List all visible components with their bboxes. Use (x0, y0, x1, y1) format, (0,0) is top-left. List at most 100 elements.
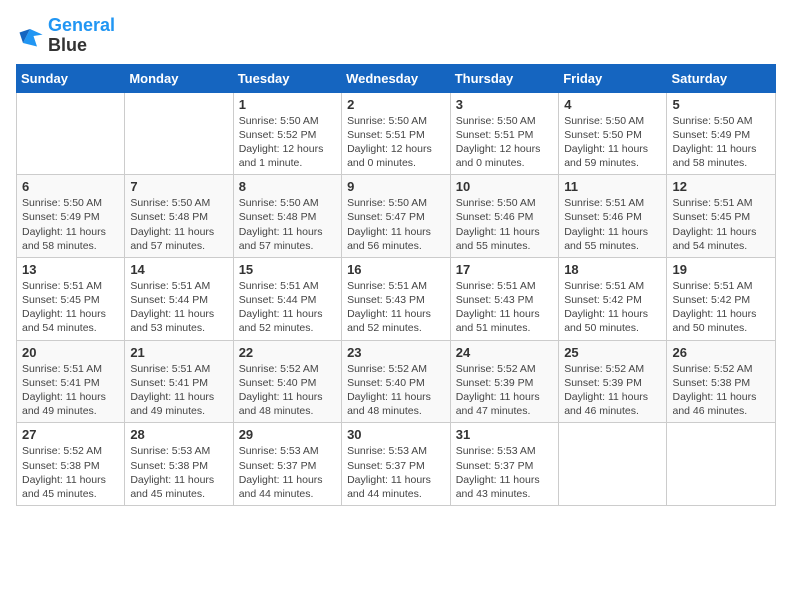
day-cell: 24 Sunrise: 5:52 AM Sunset: 5:39 PM Dayli… (450, 340, 558, 423)
day-info: Sunrise: 5:51 AM Sunset: 5:43 PM Dayligh… (456, 279, 553, 336)
day-cell: 14 Sunrise: 5:51 AM Sunset: 5:44 PM Dayli… (125, 257, 233, 340)
page-header: GeneralBlue (16, 16, 776, 56)
day-info: Sunrise: 5:52 AM Sunset: 5:38 PM Dayligh… (22, 444, 119, 501)
day-number: 4 (564, 97, 661, 112)
day-number: 12 (672, 179, 770, 194)
week-row-4: 20 Sunrise: 5:51 AM Sunset: 5:41 PM Dayli… (17, 340, 776, 423)
week-row-1: 1Sunrise: 5:50 AM Sunset: 5:52 PM Daylig… (17, 92, 776, 175)
day-number: 9 (347, 179, 445, 194)
day-info: Sunrise: 5:51 AM Sunset: 5:44 PM Dayligh… (239, 279, 336, 336)
day-number: 29 (239, 427, 336, 442)
day-info: Sunrise: 5:52 AM Sunset: 5:39 PM Dayligh… (456, 362, 553, 419)
day-number: 25 (564, 345, 661, 360)
day-info: Sunrise: 5:50 AM Sunset: 5:48 PM Dayligh… (130, 196, 227, 253)
day-cell: 1Sunrise: 5:50 AM Sunset: 5:52 PM Daylig… (233, 92, 341, 175)
day-number: 2 (347, 97, 445, 112)
day-number: 18 (564, 262, 661, 277)
weekday-header-monday: Monday (125, 64, 233, 92)
day-cell (559, 423, 667, 506)
weekday-header-saturday: Saturday (667, 64, 776, 92)
day-info: Sunrise: 5:51 AM Sunset: 5:45 PM Dayligh… (22, 279, 119, 336)
day-number: 30 (347, 427, 445, 442)
day-cell: 4 Sunrise: 5:50 AM Sunset: 5:50 PM Daylig… (559, 92, 667, 175)
day-info: Sunrise: 5:50 AM Sunset: 5:50 PM Dayligh… (564, 114, 661, 171)
day-number: 6 (22, 179, 119, 194)
day-info: Sunrise: 5:50 AM Sunset: 5:51 PM Dayligh… (347, 114, 445, 171)
day-cell: 19 Sunrise: 5:51 AM Sunset: 5:42 PM Dayli… (667, 257, 776, 340)
day-number: 11 (564, 179, 661, 194)
day-cell: 3Sunrise: 5:50 AM Sunset: 5:51 PM Daylig… (450, 92, 558, 175)
day-number: 27 (22, 427, 119, 442)
day-cell: 30 Sunrise: 5:53 AM Sunset: 5:37 PM Dayli… (342, 423, 451, 506)
day-cell (667, 423, 776, 506)
day-number: 20 (22, 345, 119, 360)
day-cell: 25 Sunrise: 5:52 AM Sunset: 5:39 PM Dayli… (559, 340, 667, 423)
day-info: Sunrise: 5:52 AM Sunset: 5:39 PM Dayligh… (564, 362, 661, 419)
day-number: 31 (456, 427, 553, 442)
day-info: Sunrise: 5:50 AM Sunset: 5:47 PM Dayligh… (347, 196, 445, 253)
weekday-header-thursday: Thursday (450, 64, 558, 92)
calendar-table: SundayMondayTuesdayWednesdayThursdayFrid… (16, 64, 776, 506)
day-info: Sunrise: 5:51 AM Sunset: 5:41 PM Dayligh… (130, 362, 227, 419)
logo: GeneralBlue (16, 16, 115, 56)
weekday-header-row: SundayMondayTuesdayWednesdayThursdayFrid… (17, 64, 776, 92)
day-number: 5 (672, 97, 770, 112)
day-number: 15 (239, 262, 336, 277)
logo-text: GeneralBlue (48, 16, 115, 56)
day-info: Sunrise: 5:51 AM Sunset: 5:46 PM Dayligh… (564, 196, 661, 253)
day-cell: 2 Sunrise: 5:50 AM Sunset: 5:51 PM Daylig… (342, 92, 451, 175)
day-cell: 18 Sunrise: 5:51 AM Sunset: 5:42 PM Dayli… (559, 257, 667, 340)
week-row-5: 27 Sunrise: 5:52 AM Sunset: 5:38 PM Dayli… (17, 423, 776, 506)
day-cell: 27 Sunrise: 5:52 AM Sunset: 5:38 PM Dayli… (17, 423, 125, 506)
day-info: Sunrise: 5:50 AM Sunset: 5:52 PM Dayligh… (239, 114, 336, 171)
day-info: Sunrise: 5:51 AM Sunset: 5:43 PM Dayligh… (347, 279, 445, 336)
day-info: Sunrise: 5:51 AM Sunset: 5:44 PM Dayligh… (130, 279, 227, 336)
day-cell: 5Sunrise: 5:50 AM Sunset: 5:49 PM Daylig… (667, 92, 776, 175)
day-info: Sunrise: 5:52 AM Sunset: 5:40 PM Dayligh… (239, 362, 336, 419)
day-info: Sunrise: 5:53 AM Sunset: 5:37 PM Dayligh… (456, 444, 553, 501)
day-number: 28 (130, 427, 227, 442)
day-info: Sunrise: 5:53 AM Sunset: 5:37 PM Dayligh… (347, 444, 445, 501)
day-info: Sunrise: 5:51 AM Sunset: 5:45 PM Dayligh… (672, 196, 770, 253)
day-number: 13 (22, 262, 119, 277)
day-info: Sunrise: 5:51 AM Sunset: 5:42 PM Dayligh… (564, 279, 661, 336)
day-cell: 22 Sunrise: 5:52 AM Sunset: 5:40 PM Dayli… (233, 340, 341, 423)
day-number: 19 (672, 262, 770, 277)
day-number: 17 (456, 262, 553, 277)
day-info: Sunrise: 5:53 AM Sunset: 5:38 PM Dayligh… (130, 444, 227, 501)
day-cell: 7 Sunrise: 5:50 AM Sunset: 5:48 PM Daylig… (125, 175, 233, 258)
day-info: Sunrise: 5:51 AM Sunset: 5:41 PM Dayligh… (22, 362, 119, 419)
day-cell: 10Sunrise: 5:50 AM Sunset: 5:46 PM Dayli… (450, 175, 558, 258)
day-number: 8 (239, 179, 336, 194)
day-cell: 16Sunrise: 5:51 AM Sunset: 5:43 PM Dayli… (342, 257, 451, 340)
logo-icon (16, 22, 44, 50)
day-info: Sunrise: 5:53 AM Sunset: 5:37 PM Dayligh… (239, 444, 336, 501)
week-row-3: 13 Sunrise: 5:51 AM Sunset: 5:45 PM Dayli… (17, 257, 776, 340)
day-cell: 28 Sunrise: 5:53 AM Sunset: 5:38 PM Dayli… (125, 423, 233, 506)
day-cell (17, 92, 125, 175)
day-cell: 11 Sunrise: 5:51 AM Sunset: 5:46 PM Dayli… (559, 175, 667, 258)
day-number: 14 (130, 262, 227, 277)
day-cell: 26 Sunrise: 5:52 AM Sunset: 5:38 PM Dayli… (667, 340, 776, 423)
day-number: 22 (239, 345, 336, 360)
day-info: Sunrise: 5:52 AM Sunset: 5:38 PM Dayligh… (672, 362, 770, 419)
weekday-header-friday: Friday (559, 64, 667, 92)
day-cell: 21 Sunrise: 5:51 AM Sunset: 5:41 PM Dayli… (125, 340, 233, 423)
week-row-2: 6 Sunrise: 5:50 AM Sunset: 5:49 PM Daylig… (17, 175, 776, 258)
day-info: Sunrise: 5:50 AM Sunset: 5:48 PM Dayligh… (239, 196, 336, 253)
day-info: Sunrise: 5:51 AM Sunset: 5:42 PM Dayligh… (672, 279, 770, 336)
day-cell: 8 Sunrise: 5:50 AM Sunset: 5:48 PM Daylig… (233, 175, 341, 258)
day-cell: 13 Sunrise: 5:51 AM Sunset: 5:45 PM Dayli… (17, 257, 125, 340)
day-number: 24 (456, 345, 553, 360)
day-number: 7 (130, 179, 227, 194)
day-cell: 9 Sunrise: 5:50 AM Sunset: 5:47 PM Daylig… (342, 175, 451, 258)
day-number: 26 (672, 345, 770, 360)
day-cell: 23Sunrise: 5:52 AM Sunset: 5:40 PM Dayli… (342, 340, 451, 423)
day-number: 21 (130, 345, 227, 360)
day-info: Sunrise: 5:50 AM Sunset: 5:46 PM Dayligh… (456, 196, 553, 253)
weekday-header-sunday: Sunday (17, 64, 125, 92)
day-info: Sunrise: 5:50 AM Sunset: 5:49 PM Dayligh… (22, 196, 119, 253)
day-number: 23 (347, 345, 445, 360)
day-info: Sunrise: 5:50 AM Sunset: 5:51 PM Dayligh… (456, 114, 553, 171)
day-cell: 29 Sunrise: 5:53 AM Sunset: 5:37 PM Dayli… (233, 423, 341, 506)
